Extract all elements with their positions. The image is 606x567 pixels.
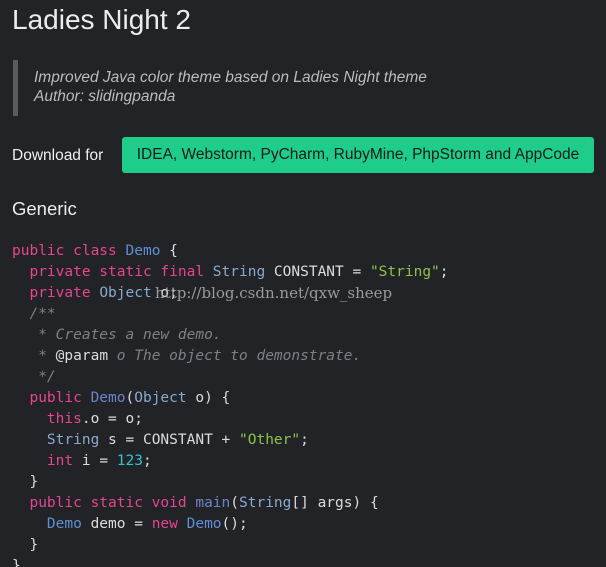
code-token: String [212, 264, 266, 280]
code-token: ; [142, 453, 152, 469]
code-token: Object [99, 285, 152, 301]
code-line: * Creates a new demo. [12, 325, 606, 346]
code-token: "String" [369, 264, 440, 280]
code-token: Object [134, 390, 187, 406]
code-token: .o = o; [81, 411, 143, 427]
theme-page: Ladies Night 2 Improved Java color theme… [0, 0, 606, 567]
theme-description: Improved Java color theme based on Ladie… [34, 69, 427, 86]
code-token: /** [29, 306, 56, 322]
code-token: new [151, 516, 187, 532]
code-line: } [12, 535, 606, 556]
code-line: private static final String CONSTANT = "… [12, 262, 606, 283]
code-token: @param [55, 348, 109, 364]
code-token: * [38, 348, 56, 364]
download-label: Download for [12, 147, 104, 164]
section-heading: Generic [12, 198, 77, 219]
code-token: o; [151, 285, 178, 301]
code-line: public class Demo { [12, 241, 606, 262]
download-button[interactable]: IDEA, Webstorm, PyCharm, RubyMine, PhpSt… [122, 137, 594, 173]
code-line: } [12, 556, 606, 567]
code-token: } [12, 558, 21, 567]
code-token: CONSTANT = [265, 264, 370, 280]
code-token: public static void [29, 495, 196, 511]
code-line: public Demo(Object o) { [12, 388, 606, 409]
code-line: } [12, 472, 606, 493]
code-token: public [29, 390, 91, 406]
theme-description-quote: Improved Java color theme based on Ladie… [13, 60, 573, 116]
code-line: private Object o; [12, 283, 606, 304]
code-sample: public class Demo { private static final… [12, 241, 606, 567]
code-token: ; [439, 264, 449, 280]
code-token: ; [300, 432, 309, 448]
code-line: /** [12, 304, 606, 325]
code-line: this.o = o; [12, 409, 606, 430]
code-token: i = [73, 453, 117, 469]
code-token: Demo [125, 243, 161, 259]
code-line: * @param o The object to demonstrate. [12, 346, 606, 367]
code-token: demo = [81, 516, 152, 532]
code-token: */ [38, 369, 56, 385]
code-line: */ [12, 367, 606, 388]
code-token: String [46, 432, 100, 448]
code-token: ( [230, 495, 239, 511]
code-token: Demo [46, 516, 82, 532]
code-token: public class [12, 243, 126, 259]
code-token: Demo [186, 516, 222, 532]
code-token: Demo [90, 390, 126, 406]
code-token: { [160, 243, 178, 259]
code-token: String [239, 495, 292, 511]
code-token: } [12, 537, 39, 553]
theme-author: Author: slidingpanda [34, 88, 176, 105]
code-line: public static void main(String[] args) { [12, 493, 606, 514]
code-line: int i = 123; [12, 451, 606, 472]
code-token: } [12, 474, 39, 490]
code-token: 123 [116, 453, 143, 469]
code-token: this [46, 411, 82, 427]
page-title: Ladies Night 2 [12, 4, 192, 35]
code-token: s = CONSTANT + [99, 432, 239, 448]
code-token: main [195, 495, 231, 511]
code-token: * Creates a new demo. [38, 327, 222, 343]
code-token: o) { [186, 390, 231, 406]
code-token: o The object to demonstrate. [108, 348, 362, 364]
code-token: ( [125, 390, 135, 406]
code-line: String s = CONSTANT + "Other"; [12, 430, 606, 451]
code-line: Demo demo = new Demo(); [12, 514, 606, 535]
code-token: [] args) { [291, 495, 379, 511]
code-token: int [46, 453, 74, 469]
code-token: (); [221, 516, 248, 532]
code-token: private static final [29, 264, 213, 280]
code-token: "Other" [239, 432, 301, 448]
code-token: private [29, 285, 100, 301]
